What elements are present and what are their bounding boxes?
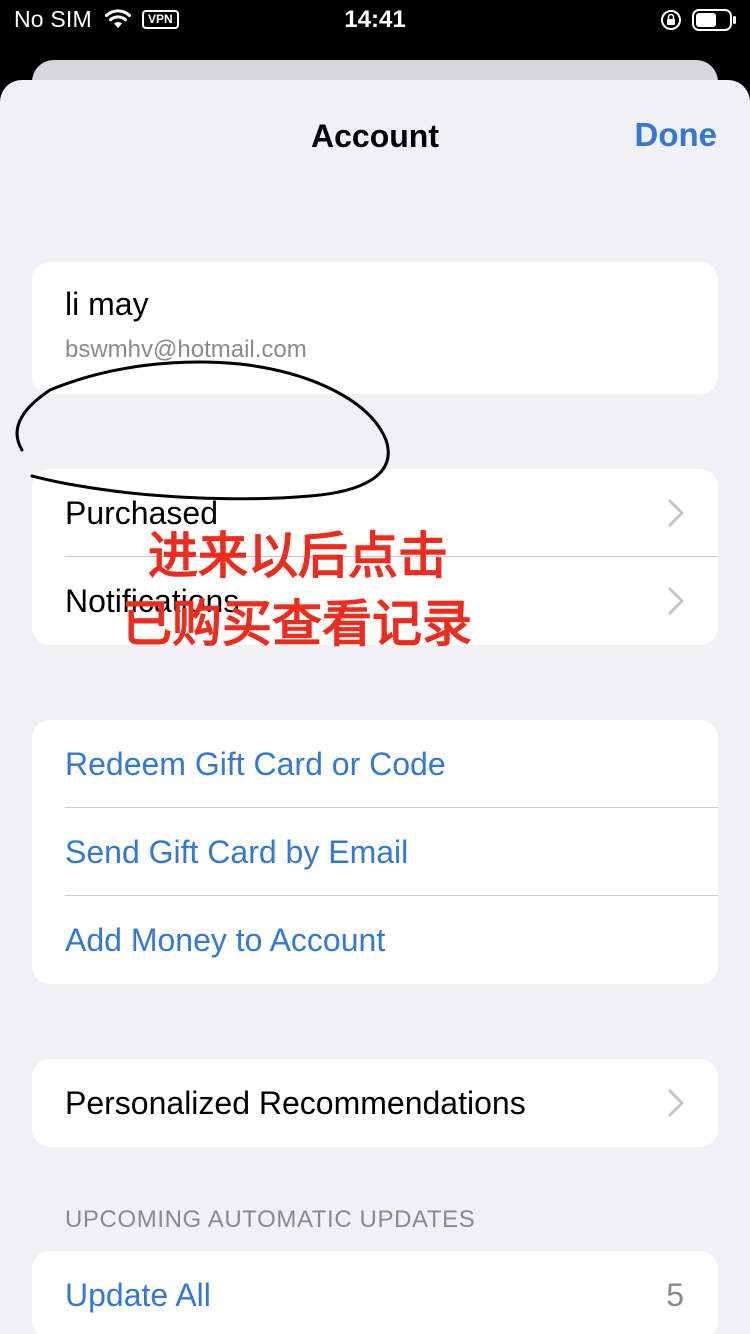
annotation-line-1: 进来以后点击 <box>148 528 448 584</box>
add-money-row[interactable]: Add Money to Account <box>32 896 718 984</box>
chevron-right-icon <box>668 499 684 527</box>
update-all-link: Update All <box>65 1277 211 1313</box>
send-gift-card-link: Send Gift Card by Email <box>65 834 409 870</box>
orientation-lock-icon <box>661 10 681 30</box>
update-all-row[interactable]: Update All 5 <box>32 1251 718 1334</box>
add-money-link: Add Money to Account <box>65 922 386 958</box>
personalized-recommendations-label: Personalized Recommendations <box>65 1085 526 1121</box>
account-name: li may <box>65 286 149 322</box>
chevron-right-icon <box>668 587 684 615</box>
personalized-recommendations-row[interactable]: Personalized Recommendations <box>32 1059 718 1147</box>
annotation-line-2: 已购买查看记录 <box>122 596 472 652</box>
done-button[interactable]: Done <box>635 116 718 154</box>
section-header-updates: UPCOMING AUTOMATIC UPDATES <box>65 1206 476 1233</box>
redeem-row[interactable]: Redeem Gift Card or Code <box>32 720 718 808</box>
updates-count: 5 <box>666 1277 684 1313</box>
send-gift-row[interactable]: Send Gift Card by Email <box>32 808 718 896</box>
screen: No SIM VPN 14:41 Account Done li may bsw… <box>0 0 750 1334</box>
chevron-right-icon <box>668 1089 684 1117</box>
account-email: bswmhv@hotmail.com <box>65 336 307 363</box>
updates-group: Update All 5 <box>32 1251 718 1334</box>
status-bar: No SIM VPN 14:41 <box>0 0 750 42</box>
gift-card-group: Redeem Gift Card or Code Send Gift Card … <box>32 720 718 984</box>
recommendations-group: Personalized Recommendations <box>32 1059 718 1147</box>
account-card[interactable]: li may bswmhv@hotmail.com <box>32 262 718 394</box>
redeem-gift-card-link: Redeem Gift Card or Code <box>65 746 446 782</box>
battery-icon <box>692 9 736 31</box>
account-sheet: Account Done li may bswmhv@hotmail.com P… <box>0 80 750 1334</box>
status-time: 14:41 <box>344 6 406 33</box>
